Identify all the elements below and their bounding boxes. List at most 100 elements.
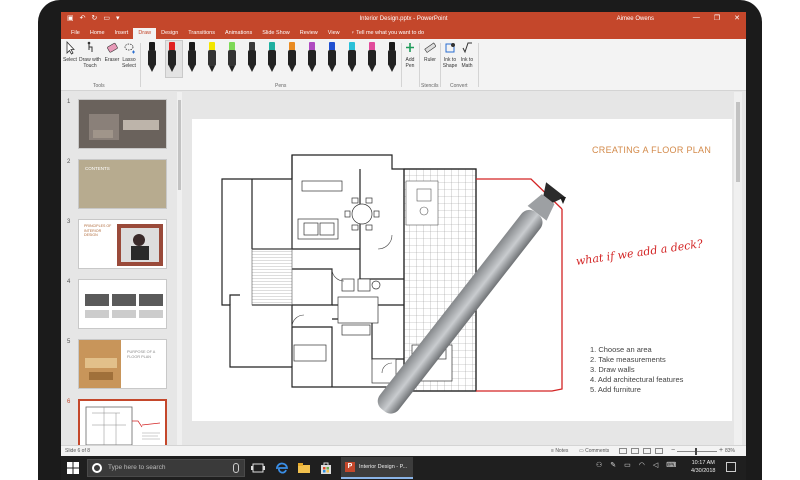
- ink-to-math-button[interactable]: Ink to Math: [459, 41, 475, 69]
- minimize-button[interactable]: —: [693, 14, 700, 22]
- tab-design[interactable]: Design: [156, 28, 183, 39]
- steps-list[interactable]: 1. Choose an area 2. Take measurements 3…: [590, 345, 683, 395]
- pen-tool[interactable]: [325, 42, 339, 72]
- zoom-out-button[interactable]: −: [671, 447, 675, 454]
- close-button[interactable]: ✕: [734, 14, 740, 22]
- pen-color-swatch: [329, 42, 335, 50]
- eraser-button[interactable]: Eraser: [104, 41, 120, 63]
- search-placeholder: Type here to search: [108, 464, 166, 471]
- lasso-select-button[interactable]: Lasso Select: [121, 41, 137, 69]
- pen-tool[interactable]: [245, 42, 259, 72]
- slide-editing-area: CREATING A FLOOR PLAN what if we add a d…: [184, 92, 732, 445]
- wifi-icon[interactable]: ◠: [639, 461, 645, 469]
- stencils-group-label: Stencils: [421, 83, 439, 89]
- pen-body: [368, 50, 376, 66]
- scrollbar-grip[interactable]: [736, 102, 740, 182]
- pen-body: [228, 50, 236, 66]
- slide-title[interactable]: CREATING A FLOOR PLAN: [592, 145, 711, 155]
- list-item: 4. Add architectural features: [590, 375, 684, 384]
- highlighter-tool[interactable]: [205, 42, 219, 72]
- tab-insert[interactable]: Insert: [110, 28, 134, 39]
- store-icon[interactable]: [319, 461, 333, 475]
- normal-view-icon[interactable]: [619, 448, 627, 454]
- list-item: 1. Choose an area: [590, 345, 652, 354]
- battery-icon[interactable]: ▭: [624, 461, 631, 469]
- scrollbar-grip[interactable]: [178, 100, 181, 190]
- pen-tool[interactable]: [185, 42, 199, 72]
- thumbnail-slide-4[interactable]: [78, 279, 167, 329]
- clock[interactable]: 10:17 AM 4/30/2018: [691, 459, 715, 475]
- ink-to-math-icon: [462, 42, 472, 54]
- zoom-in-button[interactable]: +: [719, 447, 723, 454]
- pen-icon[interactable]: ✎: [610, 461, 616, 469]
- taskbar-search-box[interactable]: Type here to search: [87, 459, 245, 477]
- zoom-slider[interactable]: [677, 451, 717, 452]
- pen-tool[interactable]: [165, 42, 179, 72]
- pen-tool[interactable]: [385, 42, 399, 72]
- select-button[interactable]: Select: [63, 41, 77, 63]
- comments-button[interactable]: ▭ Comments: [579, 448, 609, 454]
- microphone-icon[interactable]: [233, 463, 239, 473]
- list-item: 2. Take measurements: [590, 355, 666, 364]
- zoom-level[interactable]: 83%: [725, 448, 735, 454]
- slide-sorter-icon[interactable]: [631, 448, 639, 454]
- file-explorer-icon[interactable]: [297, 461, 311, 475]
- pen-tool[interactable]: [305, 42, 319, 72]
- cursor-icon: [66, 41, 75, 55]
- keyboard-icon[interactable]: ⌨: [666, 461, 676, 469]
- thumbnail-number: 2: [67, 159, 71, 165]
- pen-tool[interactable]: [265, 42, 279, 72]
- slide-canvas[interactable]: CREATING A FLOOR PLAN what if we add a d…: [192, 119, 732, 421]
- add-pen-button[interactable]: Add Pen: [403, 41, 417, 69]
- thumbnail-slide-3[interactable]: PRINCIPLES OF INTERIOR DESIGN: [78, 219, 167, 269]
- pen-tool[interactable]: [365, 42, 379, 72]
- thumbnail-slide-2[interactable]: CONTENTS: [78, 159, 167, 209]
- highlighter-tool[interactable]: [225, 42, 239, 72]
- pen-tool[interactable]: [145, 42, 159, 72]
- thumbnail-slide-1[interactable]: [78, 99, 167, 149]
- reading-view-icon[interactable]: [643, 448, 651, 454]
- people-icon[interactable]: ⚇: [596, 461, 602, 469]
- thumbnail-number: 6: [67, 399, 71, 405]
- tab-view[interactable]: View: [323, 28, 345, 39]
- tab-slide-show[interactable]: Slide Show: [257, 28, 295, 39]
- select-label: Select: [63, 57, 77, 63]
- tab-review[interactable]: Review: [295, 28, 323, 39]
- device-photo: ▣ ↶ ↻ ▭ ▾ Interior Design.pptx - PowerPo…: [0, 0, 800, 480]
- tab-transitions[interactable]: Transitions: [183, 28, 220, 39]
- slide-scrollbar[interactable]: [734, 92, 742, 445]
- notes-button[interactable]: ≡ Notes: [551, 448, 568, 454]
- pen-color-swatch: [209, 42, 215, 50]
- pen-color-swatch: [349, 42, 355, 50]
- ribbon-tabs: File Home Insert Draw Design Transitions…: [61, 27, 746, 39]
- ink-to-shape-button[interactable]: Ink to Shape: [442, 41, 458, 69]
- powerpoint-taskbar-button[interactable]: P Interior Design - P...: [341, 457, 413, 479]
- thumbnail-image: [79, 100, 166, 148]
- thumbnail-number: 4: [67, 279, 71, 285]
- pen-tip: [269, 66, 275, 72]
- pen-body: [348, 50, 356, 66]
- tab-draw[interactable]: Draw: [133, 28, 157, 39]
- thumbnail-slide-6[interactable]: [78, 399, 167, 449]
- thumbnails-scrollbar[interactable]: [177, 92, 182, 445]
- draw-with-touch-button[interactable]: Draw with Touch: [78, 41, 102, 69]
- zoom-slider-thumb[interactable]: [695, 448, 697, 455]
- restore-button[interactable]: ❐: [714, 14, 720, 22]
- thumbnail-slide-5[interactable]: PURPOSE OF A FLOOR PLAN: [78, 339, 167, 389]
- ruler-icon: [424, 42, 436, 53]
- windows-start-icon[interactable]: [67, 462, 79, 474]
- tab-animations[interactable]: Animations: [220, 28, 257, 39]
- slideshow-view-icon[interactable]: [655, 448, 663, 454]
- tab-file[interactable]: File: [66, 28, 85, 39]
- pen-color-swatch: [149, 42, 155, 50]
- user-name[interactable]: Aimee Owens: [617, 16, 654, 22]
- tell-me-box[interactable]: ♀ Tell me what you want to do: [351, 28, 424, 39]
- volume-icon[interactable]: ◁: [653, 461, 658, 469]
- pen-tool[interactable]: [345, 42, 359, 72]
- edge-icon[interactable]: [275, 461, 289, 475]
- ruler-button[interactable]: Ruler: [422, 41, 438, 63]
- tab-home[interactable]: Home: [85, 28, 110, 39]
- action-center-icon[interactable]: [726, 462, 736, 472]
- task-view-icon[interactable]: [251, 461, 265, 475]
- pen-tool[interactable]: [285, 42, 299, 72]
